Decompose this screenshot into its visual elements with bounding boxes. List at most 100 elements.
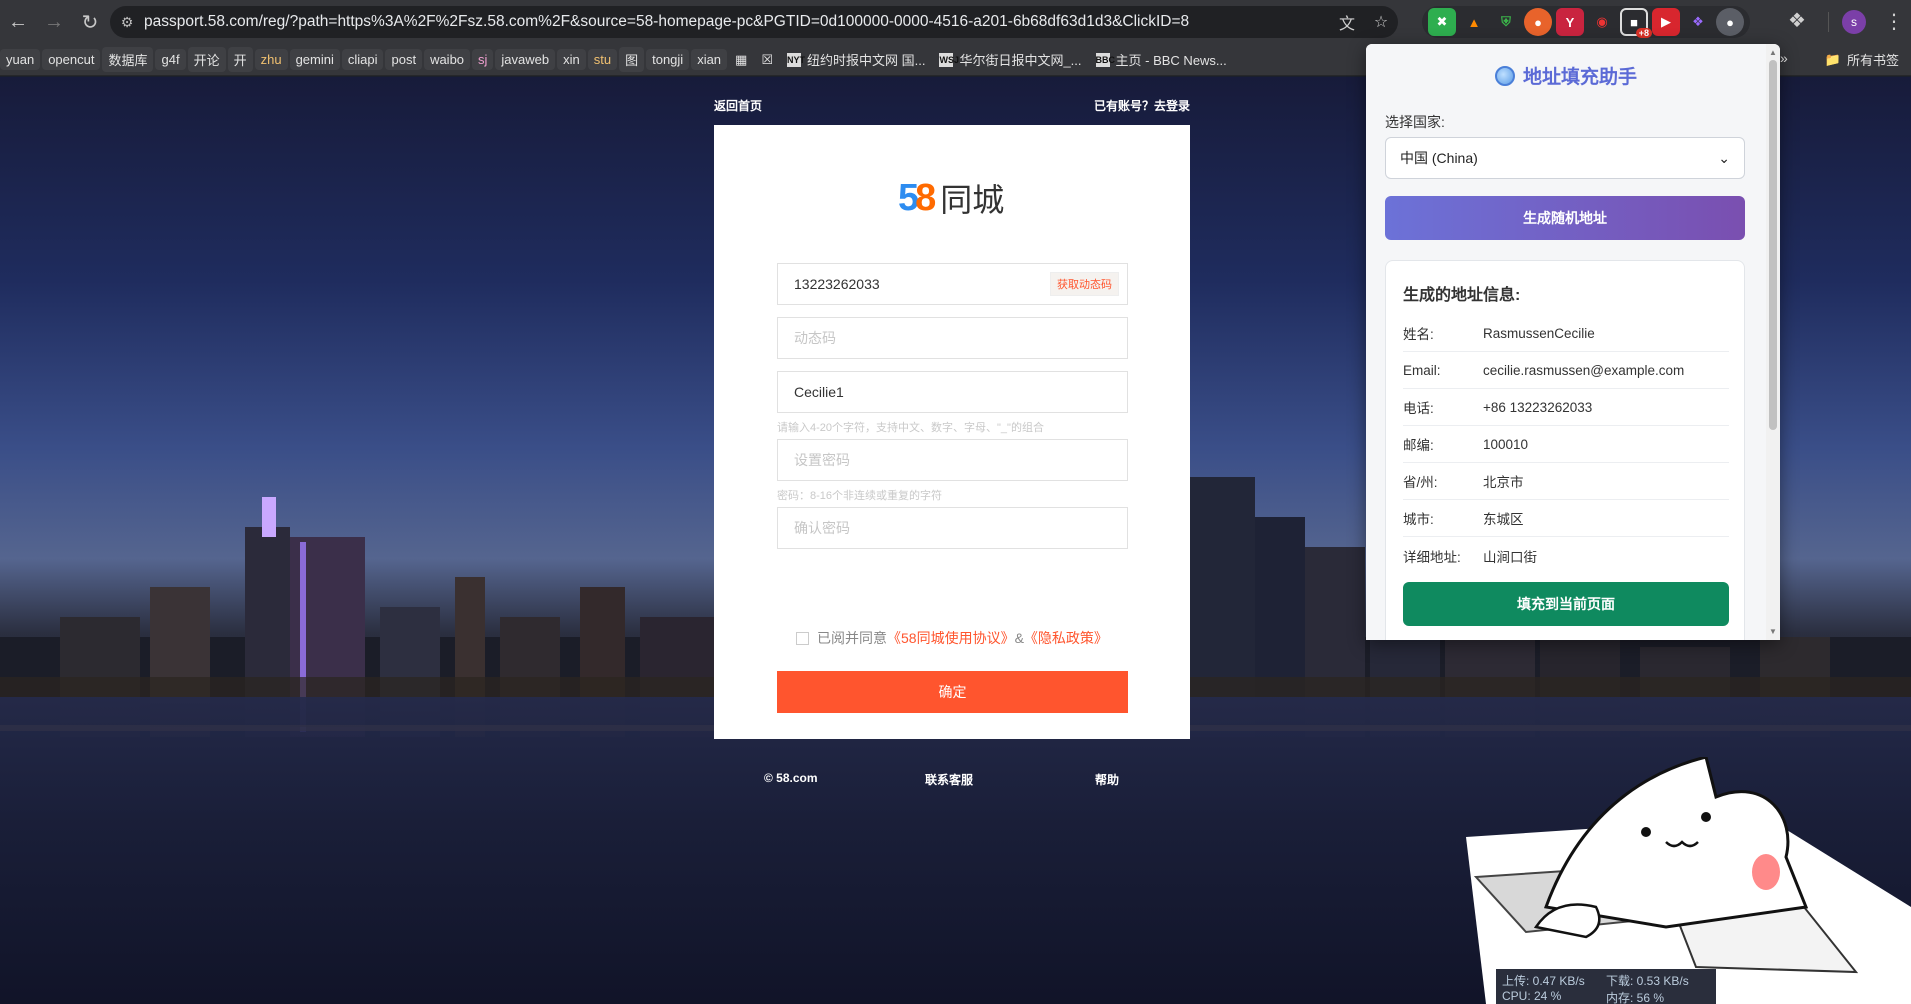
scroll-up-icon[interactable]: ▲	[1769, 48, 1777, 57]
footer-service-link[interactable]: 联系客服	[925, 771, 973, 788]
result-key: 姓名:	[1403, 327, 1434, 342]
more-bookmarks-icon[interactable]: »	[1780, 50, 1788, 66]
address-helper-popup: 地址填充助手 选择国家: 中国 (China) ⌄ 生成随机地址 生成的地址信息…	[1366, 44, 1780, 640]
back-home-link[interactable]: 返回首页	[714, 97, 762, 114]
upload-speed: 上传: 0.47 KB/s	[1502, 974, 1585, 988]
scrollbar-thumb[interactable]	[1769, 60, 1777, 430]
bookmark-item[interactable]: xian	[691, 49, 728, 70]
submit-button[interactable]: 确定	[777, 671, 1128, 713]
globe-icon	[1494, 65, 1515, 86]
result-row: 城市: 东城区	[1403, 500, 1729, 537]
browser-menu-icon[interactable]: ⋮	[1884, 9, 1904, 34]
bookmark-item[interactable]: tongji	[646, 49, 690, 70]
address-bar[interactable]: ⚙ passport.58.com/reg/?path=https%3A%2F%…	[110, 6, 1398, 38]
all-bookmarks[interactable]: 📁 所有书签	[1825, 50, 1899, 69]
bookmark-item[interactable]: zhu	[254, 49, 288, 70]
url-text[interactable]: passport.58.com/reg/?path=https%3A%2F%2F…	[144, 13, 1330, 31]
agreement-and: &	[1014, 630, 1024, 646]
terms-link[interactable]: 《58同城使用协议》	[887, 628, 1015, 648]
bookmark-item[interactable]: gemini	[289, 49, 340, 70]
bookmark-item[interactable]: post	[385, 49, 423, 70]
agreement-row: 已阅并同意 《58同城使用协议》 & 《隐私政策》	[796, 628, 1108, 648]
bookmark-item[interactable]: 数据库	[102, 47, 154, 72]
scroll-down-icon[interactable]: ▼	[1769, 627, 1777, 636]
footer-help-link[interactable]: 帮助	[1095, 771, 1119, 788]
result-row: 省/州: 北京市	[1403, 463, 1729, 500]
download-speed: 下载: 0.53 KB/s	[1606, 974, 1689, 988]
privacy-link[interactable]: 《隐私政策》	[1024, 628, 1108, 648]
bookmark-item[interactable]: sj	[472, 49, 494, 70]
username-value: Cecilie1	[794, 384, 844, 400]
apps-grid-icon[interactable]: ▦	[729, 49, 753, 71]
back-icon[interactable]: ←	[0, 4, 36, 40]
result-key: Email:	[1403, 362, 1441, 378]
agreement-checkbox[interactable]	[796, 631, 809, 645]
reload-icon[interactable]: ↻	[72, 4, 108, 40]
extension-red-icon[interactable]: Y	[1556, 8, 1584, 36]
country-value: 中国 (China)	[1400, 150, 1478, 166]
bookmark-news-item[interactable]: NYT 纽约时报中文网 国...	[781, 47, 931, 72]
fill-page-button[interactable]: 填充到当前页面	[1403, 582, 1729, 626]
agreement-prefix: 已阅并同意	[817, 630, 887, 646]
result-row: 邮编: 100010	[1403, 426, 1729, 463]
bookmark-item[interactable]: cliapi	[341, 49, 384, 70]
logo-text: 同城	[940, 181, 1005, 219]
bookmark-item[interactable]: 开	[227, 47, 253, 72]
bookmark-news-item[interactable]: BBC 主页 - BBC News...	[1090, 47, 1233, 72]
popup-scrollbar[interactable]: ▲ ▼	[1766, 44, 1780, 640]
result-key: 电话:	[1403, 401, 1434, 416]
extension-video-icon[interactable]: ▶	[1652, 8, 1680, 36]
result-key: 省/州:	[1403, 475, 1438, 490]
result-value: RasmussenCecilie	[1483, 325, 1595, 341]
bookmark-item[interactable]: opencut	[42, 49, 101, 70]
bbc-icon: BBC	[1095, 52, 1116, 67]
extensions-puzzle-icon[interactable]: ❖	[1788, 8, 1806, 33]
all-bookmarks-label: 所有书签	[1846, 53, 1899, 68]
generate-address-button[interactable]: 生成随机地址	[1385, 196, 1745, 240]
cpu-usage: CPU: 24 %	[1502, 989, 1562, 1003]
country-label: 选择国家:	[1385, 114, 1445, 130]
profile-avatar[interactable]: s	[1842, 10, 1866, 34]
toolbar-divider	[1828, 12, 1829, 32]
password-input[interactable]: 设置密码	[777, 439, 1128, 481]
extension-orange-icon[interactable]: ●	[1524, 8, 1552, 36]
extension-ball-icon[interactable]: ◉	[1588, 8, 1616, 36]
bookmark-x-icon[interactable]: ☒	[755, 49, 779, 71]
result-row: 电话: +86 13223262033	[1403, 389, 1729, 426]
code-input[interactable]: 动态码	[777, 317, 1128, 359]
bookmark-item[interactable]: 开论	[187, 47, 226, 72]
extension-cone-icon[interactable]: ▲	[1460, 8, 1488, 36]
result-value: 东城区	[1483, 512, 1524, 527]
wsj-icon: WSJ	[939, 52, 959, 67]
result-value: 北京市	[1483, 475, 1524, 490]
bookmark-item[interactable]: javaweb	[495, 49, 556, 70]
bookmark-item[interactable]: xin	[557, 49, 586, 70]
forward-icon[interactable]: →	[36, 4, 72, 40]
username-input[interactable]: Cecilie1	[777, 371, 1128, 413]
result-key: 城市:	[1403, 512, 1434, 527]
login-link[interactable]: 已有账号？去登录	[1094, 97, 1190, 114]
address-helper-extension-icon[interactable]: ●	[1716, 8, 1744, 36]
bookmark-item[interactable]: 图	[619, 47, 645, 72]
phone-input[interactable]: 13223262033 获取动态码	[777, 263, 1128, 305]
country-select[interactable]: 中国 (China) ⌄	[1385, 137, 1745, 179]
code-placeholder: 动态码	[794, 330, 836, 346]
extension-shield-icon[interactable]: ⛨	[1492, 8, 1520, 36]
folder-icon: 📁	[1824, 51, 1841, 67]
bookmark-item[interactable]: waibo	[424, 49, 471, 70]
bookmark-item[interactable]: yuan	[0, 49, 41, 70]
extension-purple-icon[interactable]: ❖	[1684, 8, 1712, 36]
password-hint: 密码：8-16个非连续或重复的字符	[777, 490, 943, 502]
confirm-password-input[interactable]: 确认密码	[777, 507, 1128, 549]
bookmark-item[interactable]: stu	[587, 49, 618, 70]
phone-value: 13223262033	[794, 276, 880, 292]
bookmark-news-item[interactable]: WSJ 华尔街日报中文网_...	[933, 47, 1087, 72]
site-info-icon[interactable]: ⚙	[110, 14, 144, 31]
bookmark-item[interactable]: g4f	[155, 49, 186, 70]
translate-icon[interactable]: 文	[1330, 10, 1364, 34]
extension-counter-icon[interactable]: ■ +8	[1620, 8, 1652, 38]
bookmark-star-icon[interactable]: ☆	[1364, 12, 1398, 32]
extension-green-icon[interactable]: ✖	[1428, 8, 1456, 36]
network-monitor: 上传: 0.47 KB/s 下载: 0.53 KB/s CPU: 24 % 内存…	[1496, 969, 1716, 1004]
get-code-button[interactable]: 获取动态码	[1050, 272, 1119, 296]
